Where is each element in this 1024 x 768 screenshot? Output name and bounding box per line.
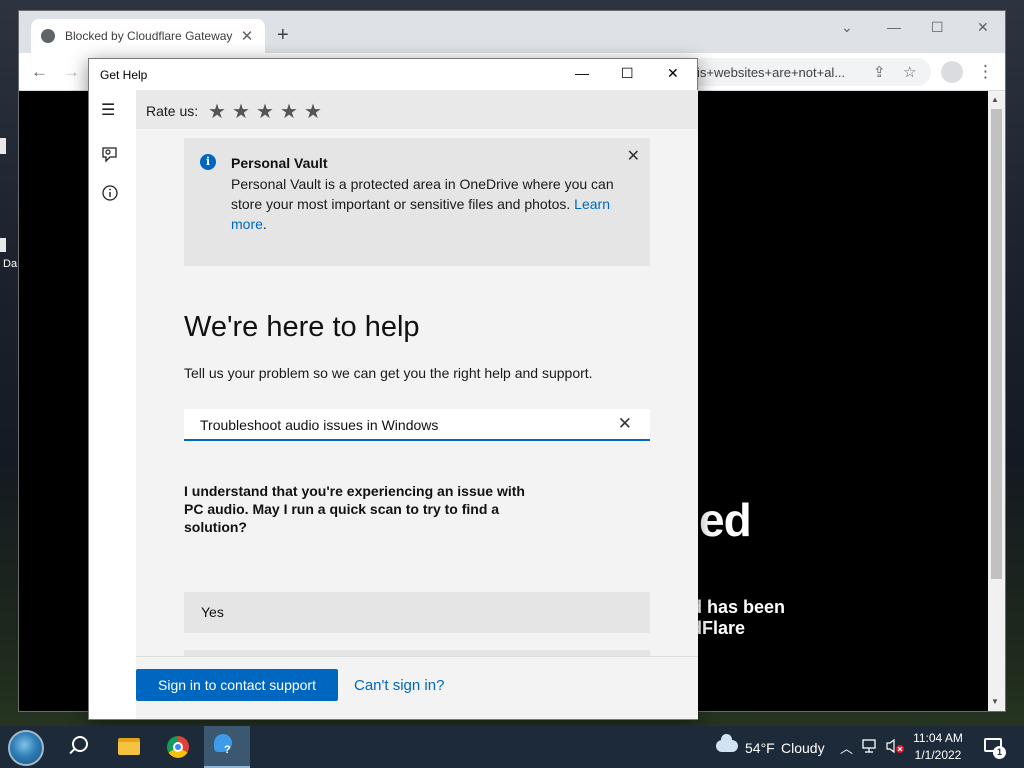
nav-sidebar: ☰ (89, 90, 136, 719)
share-icon[interactable]: ⇪ (873, 63, 886, 81)
page-scrollbar[interactable]: ▲ ▼ (988, 91, 1005, 711)
page-title: We're here to help (184, 311, 420, 343)
rating-bar: Rate us: ★ ★ ★ ★ ★ (136, 90, 698, 129)
address-bar-url: is+websites+are+not+al... (697, 65, 846, 80)
browser-tab-strip: Blocked by Cloudflare Gateway ✕ + ⌄ — ☐ … (19, 11, 1005, 53)
scroll-up-icon[interactable]: ▲ (991, 95, 999, 104)
close-button[interactable]: ✕ (977, 19, 989, 36)
weather-temperature[interactable]: 54°F (745, 740, 775, 756)
scrollbar-thumb[interactable] (991, 109, 1002, 579)
clear-icon[interactable]: ✕ (618, 414, 632, 434)
globe-icon (41, 29, 55, 43)
chrome-taskbar-button[interactable] (155, 726, 201, 768)
close-icon[interactable]: ✕ (627, 146, 640, 166)
star-icon[interactable]: ★ (208, 99, 226, 124)
star-icon[interactable]: ★ (232, 99, 250, 124)
clock-date: 1/1/2022 (914, 748, 962, 762)
minimize-button[interactable]: — (575, 65, 589, 81)
forward-arrow-icon[interactable]: → (63, 62, 80, 82)
footer-bar: Sign in to contact support Can't sign in… (136, 656, 698, 719)
hamburger-menu-icon[interactable]: ☰ (101, 100, 115, 120)
weather-description[interactable]: Cloudy (781, 740, 825, 756)
page-subtitle: Tell us your problem so we can get you t… (184, 365, 593, 381)
network-icon[interactable] (862, 738, 880, 757)
bookmark-star-icon[interactable]: ☆ (903, 63, 916, 81)
maximize-button[interactable]: ☐ (931, 19, 944, 36)
get-help-titlebar: Get Help — ☐ ✕ (89, 59, 697, 90)
file-explorer-button[interactable] (106, 726, 152, 768)
info-icon[interactable] (101, 184, 119, 207)
get-help-window: Get Help — ☐ ✕ ☰ Rate us: ★ ★ ★ ★ ★ i Pe… (88, 58, 698, 720)
window-title: Get Help (100, 68, 148, 82)
banner-suffix: . (262, 216, 267, 232)
chevron-up-icon[interactable]: ︿ (840, 738, 853, 757)
sign-in-button[interactable]: Sign in to contact support (136, 669, 338, 701)
chrome-icon (167, 736, 189, 758)
star-icon[interactable]: ★ (256, 99, 274, 124)
close-button[interactable]: ✕ (667, 65, 679, 82)
feedback-icon[interactable] (101, 146, 119, 169)
start-button[interactable] (8, 730, 44, 766)
blocked-message: dFlare (691, 618, 746, 638)
notification-badge: 1 (993, 746, 1006, 759)
choice-yes-button[interactable]: Yes (184, 592, 650, 633)
desktop-icon-fragment[interactable] (0, 138, 6, 154)
assistant-question: I understand that you're experiencing an… (184, 483, 525, 535)
banner-text: Personal Vault is a protected area in On… (231, 176, 614, 212)
maximize-button[interactable]: ☐ (621, 65, 634, 82)
desktop-icon-fragment[interactable] (0, 238, 6, 252)
blocked-heading: ed (699, 494, 752, 546)
folder-icon (118, 738, 140, 755)
minimize-button[interactable]: — (887, 19, 901, 35)
info-banner: i Personal Vault Personal Vault is a pro… (184, 138, 650, 266)
blocked-message: d has been (691, 597, 786, 617)
info-icon: i (200, 154, 216, 170)
star-icon[interactable]: ★ (304, 99, 322, 124)
browser-tab-title: Blocked by Cloudflare Gateway (65, 29, 233, 43)
new-tab-button[interactable]: + (277, 24, 289, 47)
tab-close-icon[interactable]: ✕ (239, 27, 255, 45)
scroll-down-icon[interactable]: ▼ (991, 697, 999, 706)
banner-title: Personal Vault (231, 155, 328, 171)
search-input-value[interactable]: Troubleshoot audio issues in Windows (200, 417, 438, 433)
get-help-content: i Personal Vault Personal Vault is a pro… (136, 129, 698, 691)
search-input[interactable]: Troubleshoot audio issues in Windows ✕ (184, 409, 650, 441)
rate-label: Rate us: (146, 103, 199, 119)
banner-body: Personal Vault is a protected area in On… (231, 174, 631, 234)
chevron-down-icon[interactable]: ⌄ (841, 19, 853, 36)
question-icon: ? (224, 744, 231, 756)
system-clock[interactable]: 11:04 AM 1/1/2022 (904, 730, 972, 764)
desktop-icon-label: Da (3, 258, 18, 270)
search-button[interactable] (55, 726, 101, 768)
search-icon (72, 736, 88, 752)
clock-time: 11:04 AM (913, 731, 963, 745)
browser-tab[interactable]: Blocked by Cloudflare Gateway ✕ (31, 19, 265, 53)
cant-sign-in-link[interactable]: Can't sign in? (354, 677, 444, 694)
taskbar: ? 54°F Cloudy ︿ 11:04 AM 1/1/2022 1 (0, 726, 1024, 768)
get-help-taskbar-button[interactable]: ? (204, 726, 250, 768)
volume-muted-icon[interactable] (885, 738, 905, 757)
back-arrow-icon[interactable]: ← (31, 62, 48, 82)
kebab-menu-icon[interactable]: ⋮ (977, 62, 994, 82)
profile-avatar[interactable] (941, 61, 963, 83)
cloud-icon[interactable] (716, 734, 738, 752)
star-icon[interactable]: ★ (280, 99, 298, 124)
